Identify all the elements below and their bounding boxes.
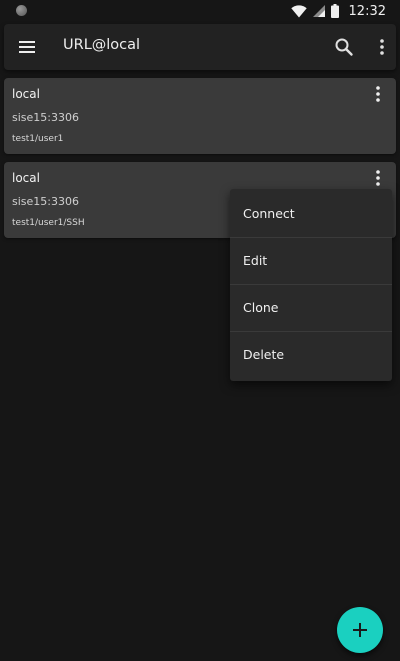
- menu-item-label: Delete: [243, 347, 285, 362]
- notification-dot-icon: [16, 5, 27, 16]
- more-vert-icon[interactable]: [368, 84, 388, 104]
- search-icon[interactable]: [332, 35, 356, 59]
- menu-icon[interactable]: [18, 38, 36, 56]
- connection-auth: test1/user1/SSH: [12, 218, 85, 228]
- more-vert-icon[interactable]: [368, 168, 388, 188]
- menu-item-connect[interactable]: Connect: [230, 191, 392, 238]
- status-bar: 12:32: [0, 0, 400, 22]
- more-vert-icon[interactable]: [370, 35, 394, 59]
- menu-item-delete[interactable]: Delete: [230, 332, 392, 379]
- connection-host: sise15:3306: [12, 195, 79, 208]
- connection-auth: test1/user1: [12, 134, 64, 144]
- menu-item-label: Edit: [243, 253, 268, 268]
- menu-item-edit[interactable]: Edit: [230, 238, 392, 285]
- connection-name: local: [12, 87, 40, 101]
- app-bar: URL@local: [4, 24, 396, 70]
- signal-icon: [312, 5, 325, 17]
- context-menu: Connect Edit Clone Delete: [230, 189, 392, 381]
- connection-card[interactable]: local sise15:3306 test1/user1: [4, 78, 396, 154]
- battery-icon: [330, 4, 339, 18]
- menu-item-label: Connect: [243, 206, 295, 221]
- connection-name: local: [12, 171, 40, 185]
- wifi-icon: [290, 4, 307, 17]
- add-icon: [353, 623, 367, 637]
- screen: 12:32 URL@local local sise15:3306 test1/…: [0, 0, 400, 661]
- menu-item-label: Clone: [243, 300, 279, 315]
- status-time: 12:32: [348, 3, 386, 19]
- add-connection-button[interactable]: [337, 607, 383, 653]
- menu-item-clone[interactable]: Clone: [230, 285, 392, 332]
- page-title: URL@local: [63, 37, 141, 53]
- status-icons: 12:32: [290, 2, 386, 20]
- connection-host: sise15:3306: [12, 111, 79, 124]
